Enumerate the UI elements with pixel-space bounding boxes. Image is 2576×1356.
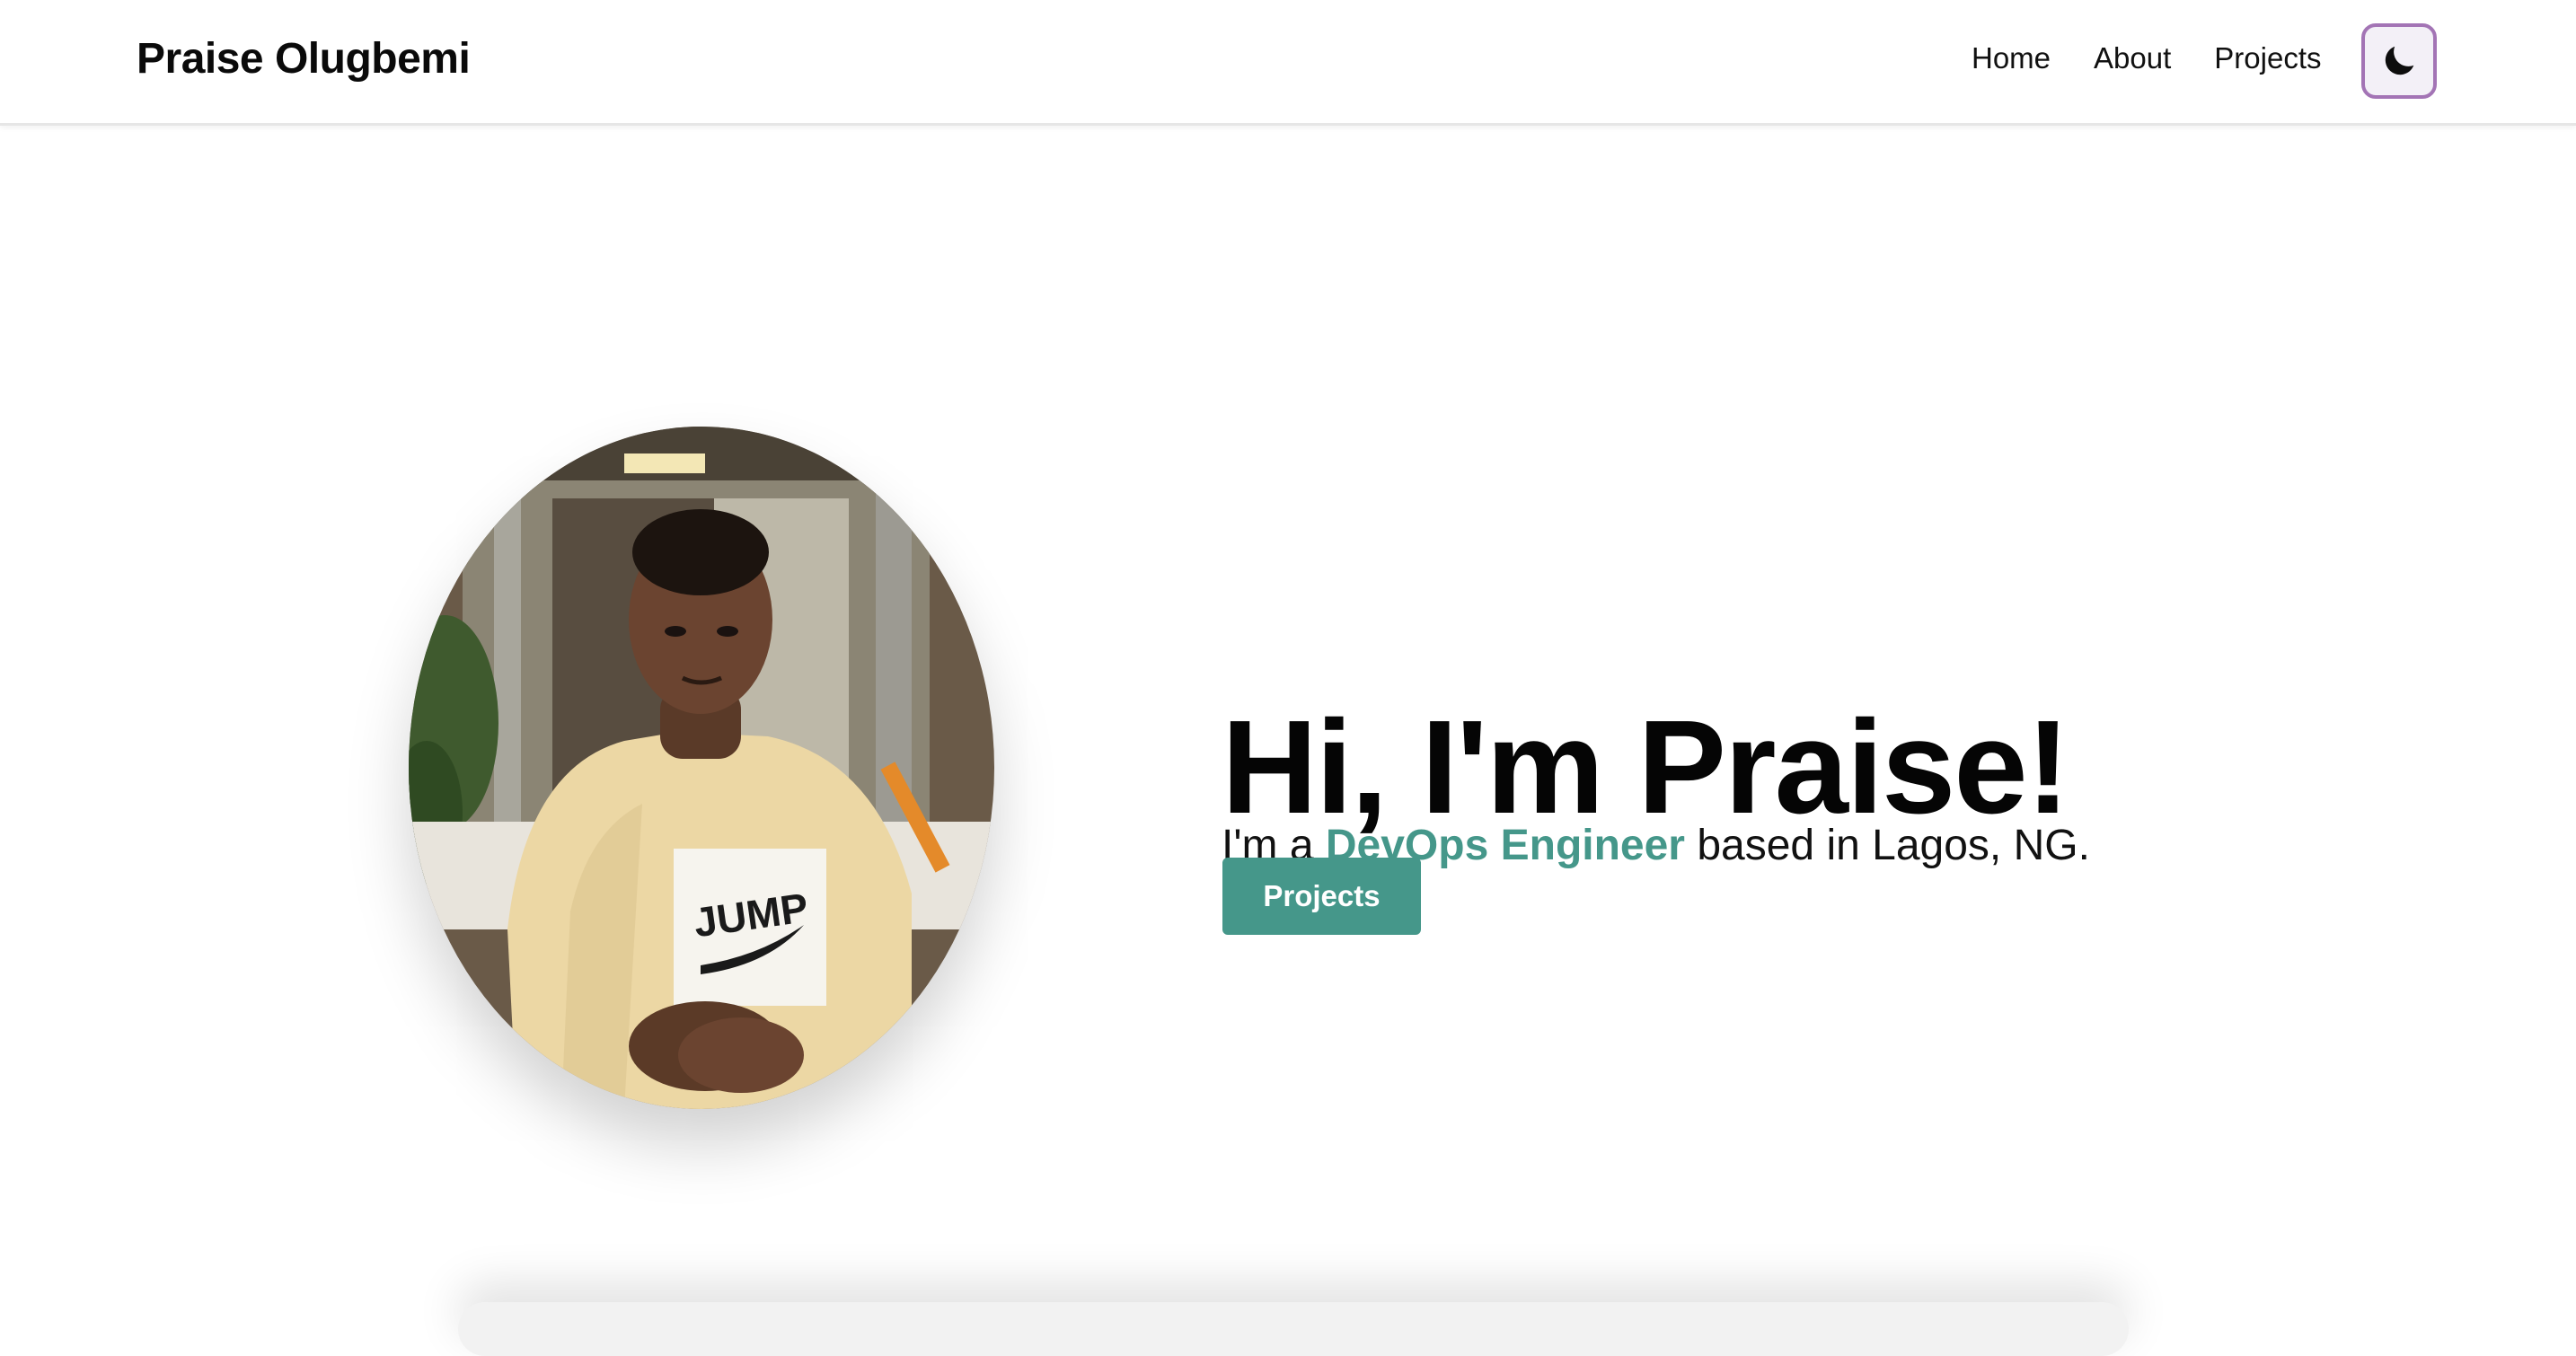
theme-toggle-button[interactable] — [2361, 23, 2437, 99]
moon-icon — [2385, 46, 2414, 75]
profile-photo: JUMP — [409, 427, 994, 1109]
subtitle-suffix: based in Lagos, NG. — [1684, 822, 2090, 869]
projects-button[interactable]: Projects — [1222, 858, 1421, 935]
main-nav: Home About Projects — [1972, 41, 2322, 75]
portrait-illustration: JUMP — [409, 427, 994, 1109]
site-brand[interactable]: Praise Olugbemi — [137, 34, 471, 84]
top-navbar: Praise Olugbemi Home About Projects — [0, 0, 2576, 126]
nav-link-home[interactable]: Home — [1972, 41, 2051, 75]
hero-title: Hi, I'm Praise! — [1222, 693, 2070, 842]
nav-link-about[interactable]: About — [2094, 41, 2171, 75]
next-section-card — [458, 1302, 2129, 1356]
nav-link-projects[interactable]: Projects — [2214, 41, 2321, 75]
